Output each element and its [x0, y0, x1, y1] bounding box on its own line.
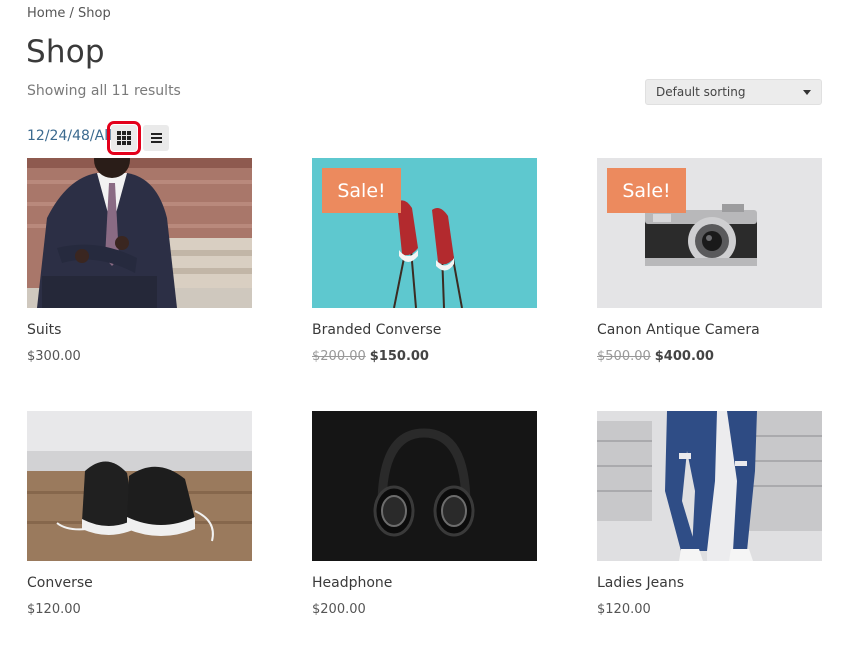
product-title[interactable]: Headphone: [312, 575, 392, 591]
sale-badge: Sale!: [322, 168, 401, 213]
product-title[interactable]: Branded Converse: [312, 322, 441, 338]
per-page-selector: 12/24/48/All: [27, 128, 112, 144]
breadcrumb-separator: /: [65, 6, 79, 21]
per-page-24-link[interactable]: 24: [50, 128, 68, 144]
page-title: Shop: [26, 34, 105, 70]
breadcrumb-current: Shop: [78, 6, 111, 21]
product-regular-price: $200.00: [312, 349, 366, 364]
product-regular-price: $500.00: [597, 349, 651, 364]
list-icon: [150, 133, 162, 143]
per-page-12-link[interactable]: 12: [27, 128, 45, 144]
product-price: $500.00 $400.00: [597, 349, 714, 364]
product-card[interactable]: Suits $300.00: [27, 158, 252, 364]
product-price: $120.00: [27, 602, 81, 617]
product-price: $300.00: [27, 349, 81, 364]
product-image-headphone[interactable]: [312, 411, 537, 561]
product-card[interactable]: Converse $120.00: [27, 411, 252, 617]
product-card[interactable]: Sale! Branded Converse $200.00 $150.00: [312, 158, 537, 364]
product-title[interactable]: Canon Antique Camera: [597, 322, 760, 338]
per-page-48-link[interactable]: 48: [72, 128, 90, 144]
chevron-down-icon: [803, 89, 811, 95]
breadcrumb-home-link[interactable]: Home: [27, 6, 65, 21]
grid-view-button[interactable]: [107, 121, 141, 155]
product-current-price: $120.00: [597, 602, 651, 617]
product-card[interactable]: Sale! Canon Antique Camera $500.00 $400.0…: [597, 158, 822, 364]
product-current-price: $300.00: [27, 349, 81, 364]
product-image-suits[interactable]: [27, 158, 252, 308]
product-current-price: $120.00: [27, 602, 81, 617]
product-sale-price: $400.00: [654, 349, 714, 364]
product-image-branded-converse[interactable]: Sale!: [312, 158, 537, 308]
result-count: Showing all 11 results: [27, 83, 181, 99]
sorting-selected-value: Default sorting: [656, 85, 746, 99]
sorting-select[interactable]: Default sorting: [645, 79, 822, 105]
per-page-all-link[interactable]: All: [95, 128, 112, 144]
product-image-canon-antique-camera[interactable]: Sale!: [597, 158, 822, 308]
product-price: $200.00: [312, 602, 366, 617]
list-view-button[interactable]: [143, 125, 169, 151]
grid-icon: [117, 131, 131, 145]
product-price: $200.00 $150.00: [312, 349, 429, 364]
breadcrumb: Home / Shop: [27, 6, 111, 21]
product-title[interactable]: Converse: [27, 575, 93, 591]
product-image-ladies-jeans[interactable]: [597, 411, 822, 561]
product-price: $120.00: [597, 602, 651, 617]
product-title[interactable]: Ladies Jeans: [597, 575, 684, 591]
product-card[interactable]: Headphone $200.00: [312, 411, 537, 617]
product-title[interactable]: Suits: [27, 322, 61, 338]
sale-badge: Sale!: [607, 168, 686, 213]
product-current-price: $200.00: [312, 602, 366, 617]
product-card[interactable]: Ladies Jeans $120.00: [597, 411, 822, 617]
product-sale-price: $150.00: [369, 349, 429, 364]
product-image-converse[interactable]: [27, 411, 252, 561]
